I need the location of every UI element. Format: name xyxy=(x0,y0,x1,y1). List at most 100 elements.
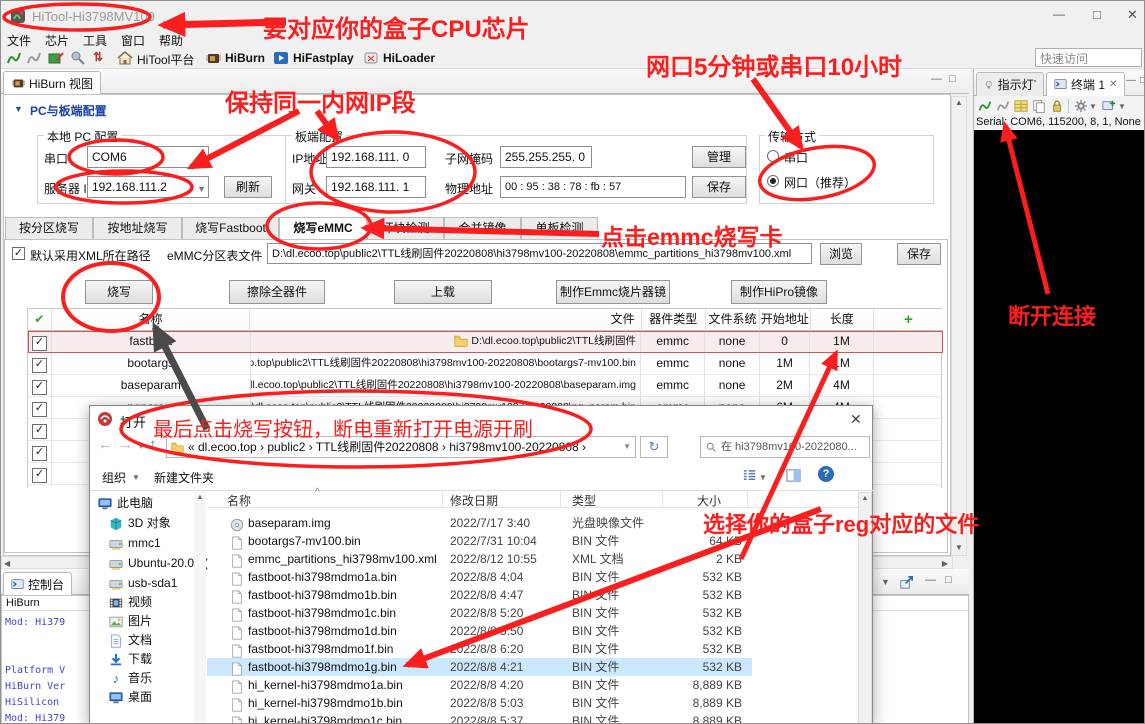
serial-radio-label[interactable]: 串口 xyxy=(784,149,808,166)
section-twistie-icon[interactable]: ▼ xyxy=(14,104,23,114)
tab-terminal-1[interactable]: 终端 1 ✕ xyxy=(1046,72,1125,96)
header-check-icon[interactable]: ✔ xyxy=(28,309,52,331)
header-add-icon[interactable]: + xyxy=(874,309,943,331)
board-ip-input[interactable]: 192.168.111. 0 xyxy=(326,146,426,168)
row-name[interactable]: fastboot xyxy=(52,331,251,353)
row-browse-folder-icon[interactable] xyxy=(454,334,468,348)
column-divider[interactable] xyxy=(442,490,443,508)
tab-hiburn-view[interactable]: HiBurn 视图 xyxy=(3,71,101,94)
sidebar-item-videos[interactable]: 视频 xyxy=(109,594,152,611)
terminal-maximize-icon[interactable]: □ xyxy=(1140,75,1145,86)
file-row[interactable]: hi_kernel-hi3798mdmo1a.bin 2022/8/8 4:20… xyxy=(207,676,752,694)
mac-input[interactable]: 00 : 95 : 38 : 78 : fb : 57 xyxy=(500,176,686,198)
terminal-gear-dropdown-icon[interactable]: ▼ xyxy=(1089,102,1097,111)
toolbar-hiloader[interactable]: HiLoader xyxy=(383,51,435,65)
row-file-system[interactable]: none xyxy=(705,331,759,353)
header-name[interactable]: 名称 xyxy=(52,309,251,331)
terminal-disconnect-icon[interactable] xyxy=(996,99,1010,113)
hiburn-chip-icon[interactable] xyxy=(205,50,221,66)
row-file[interactable]: D:\dl.ecoo.top\public2\TTL线刷固件20220808\h… xyxy=(251,375,641,397)
minimize-icon[interactable]: — xyxy=(1053,7,1065,21)
serial-combo-arrow-icon[interactable]: ▼ xyxy=(197,150,206,168)
sidebar-scrollbar[interactable]: ▲ xyxy=(194,492,206,724)
nav-history-dropdown-icon[interactable]: ▼ xyxy=(137,442,145,451)
row-checkbox[interactable]: ✓ xyxy=(28,419,52,441)
tab-partition-burn[interactable]: 按分区烧写 xyxy=(5,217,93,240)
close-icon[interactable]: ✕ xyxy=(1127,7,1138,23)
header-start-addr[interactable]: 开始地址 xyxy=(760,309,810,331)
terminal-copy-icon[interactable] xyxy=(1032,99,1046,113)
sidebar-item-3d-objects[interactable]: 3D 对象 xyxy=(109,515,171,532)
row-checkbox[interactable]: ✓ xyxy=(28,353,52,375)
dialog-search-box[interactable]: 在 hi3798mv100-2022080... xyxy=(700,436,870,458)
view-mode-icon[interactable] xyxy=(742,468,757,483)
tab-burn-fastboot[interactable]: 烧写Fastboot xyxy=(182,217,279,240)
row-name[interactable]: bootargs xyxy=(52,353,251,375)
open-console-icon[interactable] xyxy=(899,575,914,590)
row-name[interactable]: baseparam xyxy=(52,375,251,397)
help-icon[interactable]: ? xyxy=(818,466,834,482)
scroll-down-icon[interactable]: ▼ xyxy=(952,542,966,554)
row-start-addr[interactable]: 1M xyxy=(760,353,811,375)
board-save-button[interactable]: 保存 xyxy=(692,176,746,198)
row-file-system[interactable]: none xyxy=(705,375,759,397)
hiloader-icon[interactable] xyxy=(363,50,379,66)
column-divider[interactable] xyxy=(662,490,663,508)
panel-maximize-icon[interactable]: □ xyxy=(949,73,956,85)
make-hipro-image-button[interactable]: 制作HiPro镜像 xyxy=(731,280,827,304)
refresh-icon[interactable]: ↻ xyxy=(640,436,668,458)
home-icon[interactable] xyxy=(117,50,133,66)
dialog-close-icon[interactable]: ✕ xyxy=(850,411,862,428)
console-dropdown-icon[interactable]: ▼ xyxy=(881,577,890,587)
browse-button[interactable]: 浏览 xyxy=(820,243,862,265)
connect-icon[interactable] xyxy=(6,50,22,66)
sidebar-item-downloads[interactable]: 下载 xyxy=(109,651,152,668)
column-date[interactable]: 修改日期 xyxy=(450,492,498,509)
file-row-selected[interactable]: fastboot-hi3798mdmo1g.bin 2022/8/8 4:21 … xyxy=(207,658,752,676)
row-file-system[interactable]: none xyxy=(705,353,759,375)
server-ip-combo[interactable]: 192.168.111.2 ▼ xyxy=(87,176,209,198)
server-ip-combo-arrow-icon[interactable]: ▼ xyxy=(197,180,206,198)
file-row[interactable]: fastboot-hi3798mdmo1b.bin 2022/8/8 4:47 … xyxy=(207,586,752,604)
header-file[interactable]: 文件 xyxy=(250,309,641,331)
xml-checkbox-label[interactable]: 默认采用XML所在路径 xyxy=(30,247,151,264)
scroll-up-icon[interactable]: ▲ xyxy=(952,97,966,109)
upload-button[interactable]: 上载 xyxy=(394,280,492,304)
file-row[interactable]: fastboot-hi3798mdmo1f.bin 2022/8/8 6:20 … xyxy=(207,640,752,658)
console-maximize-icon[interactable]: □ xyxy=(945,574,952,586)
burn-button[interactable]: 烧写 xyxy=(85,280,153,304)
row-start-addr[interactable]: 0 xyxy=(760,331,811,353)
nav-back-icon[interactable]: ← xyxy=(98,436,113,453)
sidebar-item-pictures[interactable]: 图片 xyxy=(109,613,152,630)
toolbar-hifastplay[interactable]: HiFastplay xyxy=(293,51,354,65)
organize-dropdown-icon[interactable]: ▼ xyxy=(132,473,140,482)
row-checkbox[interactable]: ✓ xyxy=(28,441,52,463)
row-length[interactable]: 1M xyxy=(810,353,873,375)
file-row[interactable]: fastboot-hi3798mdmo1a.bin 2022/8/8 4:04 … xyxy=(207,568,752,586)
column-divider[interactable] xyxy=(560,490,561,508)
table-row[interactable]: ✓ baseparam D:\dl.ecoo.top\public2\TTL线刷… xyxy=(28,375,943,397)
terminal-connect-icon[interactable] xyxy=(978,99,992,113)
sidebar-item-usb-sda1[interactable]: usb-sda1 xyxy=(109,575,177,592)
breadcrumb-dropdown-icon[interactable]: ▼ xyxy=(623,438,631,456)
transfer-updown-icon[interactable]: ⇅ xyxy=(93,50,103,64)
xml-path-checkbox[interactable]: ✓ xyxy=(12,247,25,260)
row-device-type[interactable]: emmc xyxy=(641,331,705,353)
file-scroll-up-icon[interactable]: ▲ xyxy=(859,493,871,505)
console-minimize-icon[interactable]: — xyxy=(925,574,936,586)
file-row[interactable]: fastboot-hi3798mdmo1d.bin 2022/8/8 5:50 … xyxy=(207,622,752,640)
header-length[interactable]: 长度 xyxy=(811,309,874,331)
maximize-icon[interactable]: □ xyxy=(1093,7,1101,22)
hifastplay-icon[interactable] xyxy=(273,50,289,66)
toolbar-hiburn[interactable]: HiBurn xyxy=(225,51,265,65)
serial-radio[interactable] xyxy=(767,150,779,162)
terminal-minimize-icon[interactable]: — xyxy=(1126,75,1136,86)
row-device-type[interactable]: emmc xyxy=(641,353,705,375)
table-row[interactable]: ✓ bootargs D:\dl.ecoo.top\public2\TTL线刷固… xyxy=(28,353,943,375)
quick-access-input[interactable]: 快速访问 xyxy=(1035,48,1142,67)
gateway-input[interactable]: 192.168.111. 1 xyxy=(326,176,426,198)
network-radio[interactable] xyxy=(767,175,779,187)
row-checkbox[interactable]: ✓ xyxy=(28,463,52,485)
row-start-addr[interactable]: 2M xyxy=(760,375,811,397)
tab-console[interactable]: 控制台 xyxy=(3,572,72,595)
